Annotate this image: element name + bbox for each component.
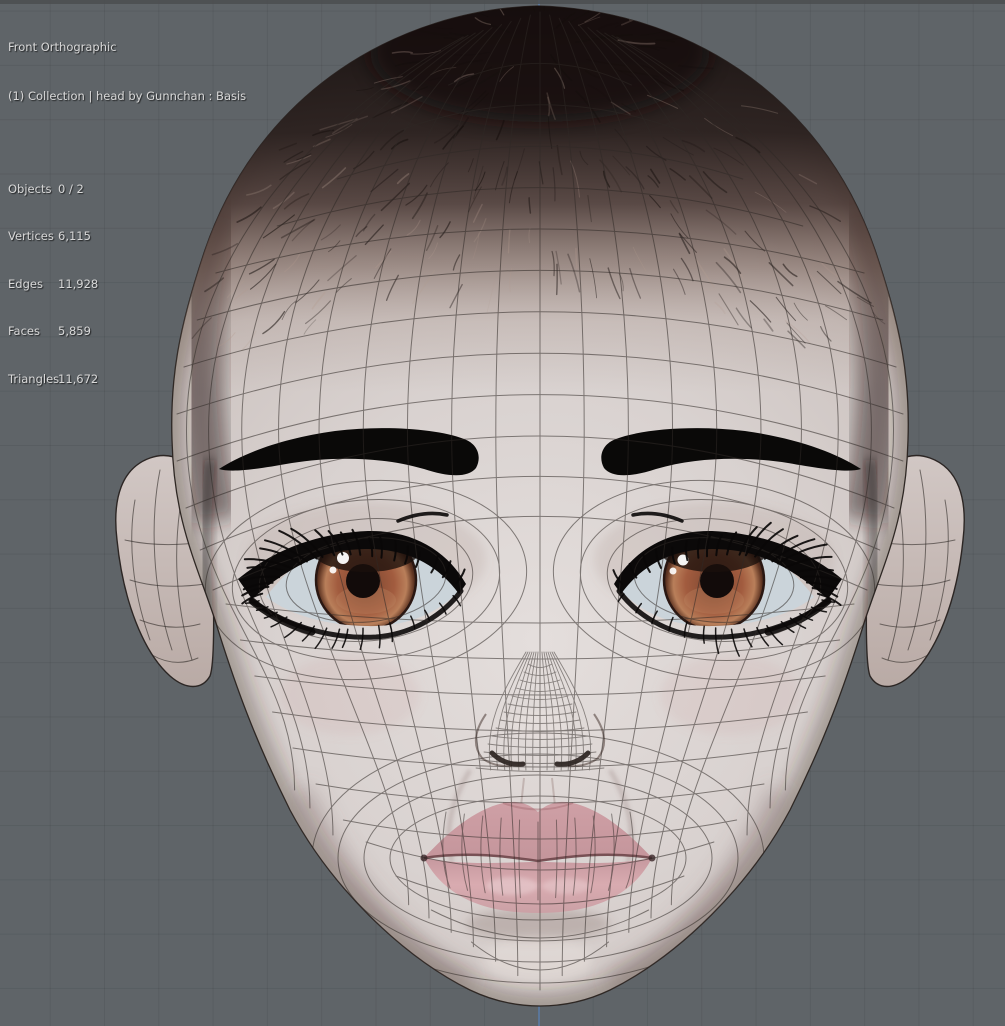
stats-value: 6,115 (58, 229, 91, 244)
viewport-3d[interactable]: Front Orthographic (1) Collection | head… (0, 0, 1005, 1026)
stats-value: 11,672 (58, 371, 99, 386)
stats-label: Edges (8, 276, 43, 291)
context-label: (1) Collection | head by Gunnchan : Basi… (8, 89, 247, 103)
stats-row: Triangles 11,672 (8, 371, 246, 387)
stats-row: Vertices 6,115 (8, 229, 246, 245)
head-mesh (171, 5, 909, 1007)
view-label: Front Orthographic (8, 40, 117, 54)
stats-label: Faces (8, 324, 40, 339)
stats-row: Objects 0 / 2 (8, 181, 246, 197)
stats-row: Faces 5,859 (8, 324, 246, 340)
stats-value: 11,928 (58, 276, 99, 291)
viewport-overlay: Front Orthographic (1) Collection | head… (8, 7, 246, 451)
viewport-top-edge (0, 0, 1005, 4)
stats-overlay: Objects 0 / 2 Vertices 6,115 Edges 11,92… (8, 149, 246, 419)
stats-label: Vertices (8, 229, 54, 244)
stats-label: Triangles (8, 371, 60, 386)
stats-value: 0 / 2 (58, 181, 84, 196)
stats-value: 5,859 (58, 324, 91, 339)
stats-label: Objects (8, 181, 52, 196)
stats-row: Edges 11,928 (8, 276, 246, 292)
